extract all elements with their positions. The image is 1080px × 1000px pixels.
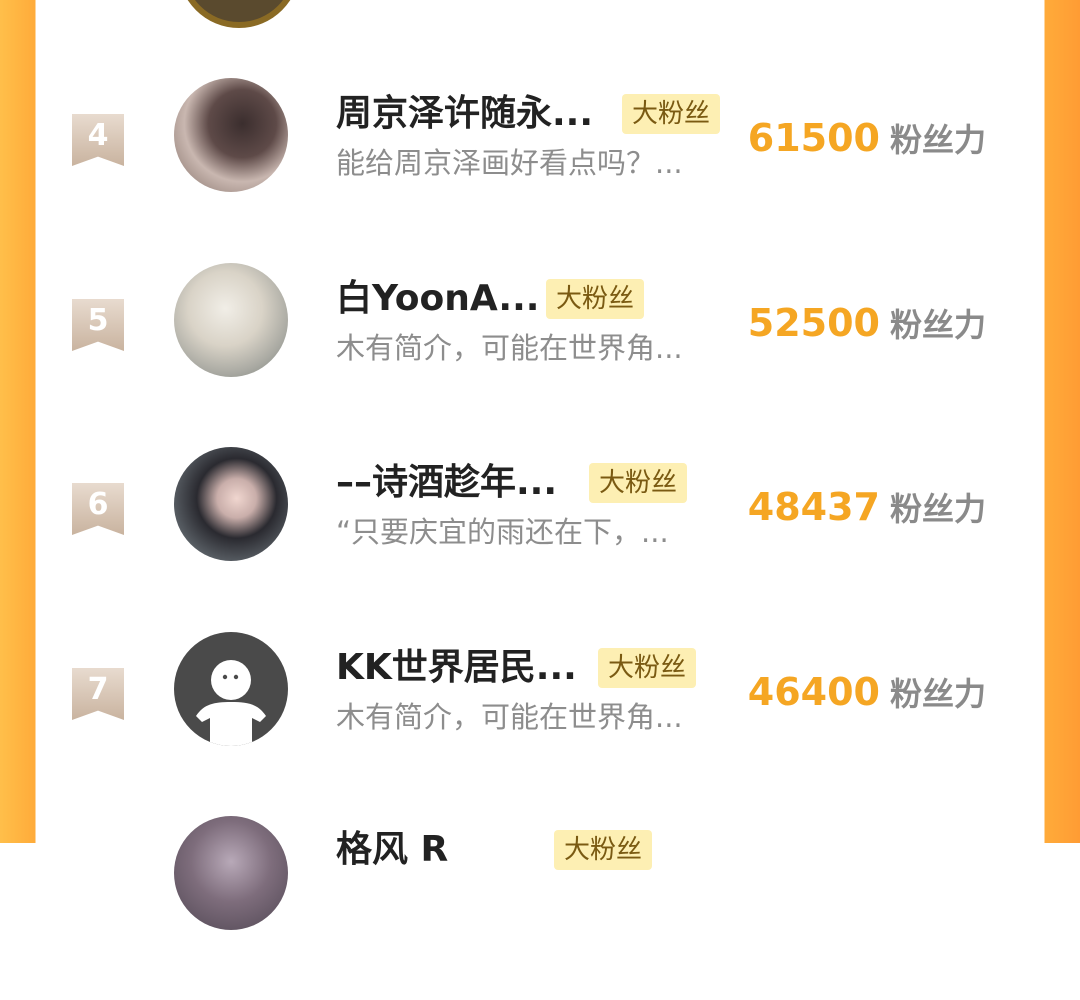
fan-power-value: 48437 <box>747 485 880 529</box>
user-name[interactable]: ––诗酒趁年... <box>336 461 557 505</box>
avatar[interactable] <box>174 263 288 377</box>
user-description: 能给周京泽画好看点吗？... <box>336 146 683 180</box>
rank-badge: 7 <box>72 668 124 720</box>
avatar[interactable] <box>174 816 288 930</box>
big-fan-badge: 大粉丝 <box>598 648 697 688</box>
big-fan-badge: 大粉丝 <box>554 830 653 870</box>
avatar[interactable] <box>184 0 294 22</box>
list-item[interactable]: 6 ––诗酒趁年... 大粉丝 “只要庆宜的雨还在下，... 48437 粉丝力 <box>36 447 1044 631</box>
user-name[interactable]: KK世界居民... <box>336 646 577 690</box>
fan-power-value: 52500 <box>747 301 880 345</box>
fan-power-unit: 粉丝力 <box>889 490 986 528</box>
user-name[interactable]: 白YoonA... <box>336 277 539 321</box>
rank-badge: 6 <box>72 483 124 535</box>
fan-power: 52500 粉丝力 <box>748 301 986 345</box>
list-item[interactable]: 5 白YoonA... 大粉丝 木有简介，可能在世界角... 52500 粉丝力 <box>36 263 1044 447</box>
avatar[interactable] <box>174 632 288 746</box>
user-description: “只要庆宜的雨还在下，... <box>336 515 669 549</box>
fan-power-unit: 粉丝力 <box>889 306 986 344</box>
list-item[interactable]: 格风 R 大粉丝 <box>36 816 1044 1000</box>
fan-power: 48437 粉丝力 <box>748 485 986 529</box>
rank-badge: 4 <box>72 114 124 166</box>
list-item[interactable]: 7 KK世界居民... 大粉丝 木有简介，可能在世界角... 46400 粉丝力 <box>36 632 1044 816</box>
user-description: 木有简介，可能在世界角... <box>336 700 683 734</box>
default-avatar-icon <box>196 660 266 746</box>
avatar[interactable] <box>174 78 288 192</box>
user-name[interactable]: 格风 R <box>336 828 448 872</box>
fan-power-value: 46400 <box>747 670 880 714</box>
fan-power-value: 61500 <box>747 116 880 160</box>
fan-power-unit: 粉丝力 <box>889 675 986 713</box>
fan-power-unit: 粉丝力 <box>889 121 986 159</box>
list-item[interactable]: 4 周京泽许随永... 大粉丝 能给周京泽画好看点吗？... 61500 粉丝力 <box>36 78 1044 262</box>
big-fan-badge: 大粉丝 <box>622 94 721 134</box>
user-name[interactable]: 周京泽许随永... <box>336 92 593 136</box>
fan-power: 61500 粉丝力 <box>748 116 986 160</box>
user-description: 木有简介，可能在世界角... <box>336 331 683 365</box>
rank-badge: 5 <box>72 299 124 351</box>
fan-rank-list: 4 周京泽许随永... 大粉丝 能给周京泽画好看点吗？... 61500 粉丝力 … <box>36 0 1044 930</box>
big-fan-badge: 大粉丝 <box>546 279 645 319</box>
fan-power: 46400 粉丝力 <box>748 670 986 714</box>
big-fan-badge: 大粉丝 <box>589 463 688 503</box>
avatar[interactable] <box>174 447 288 561</box>
